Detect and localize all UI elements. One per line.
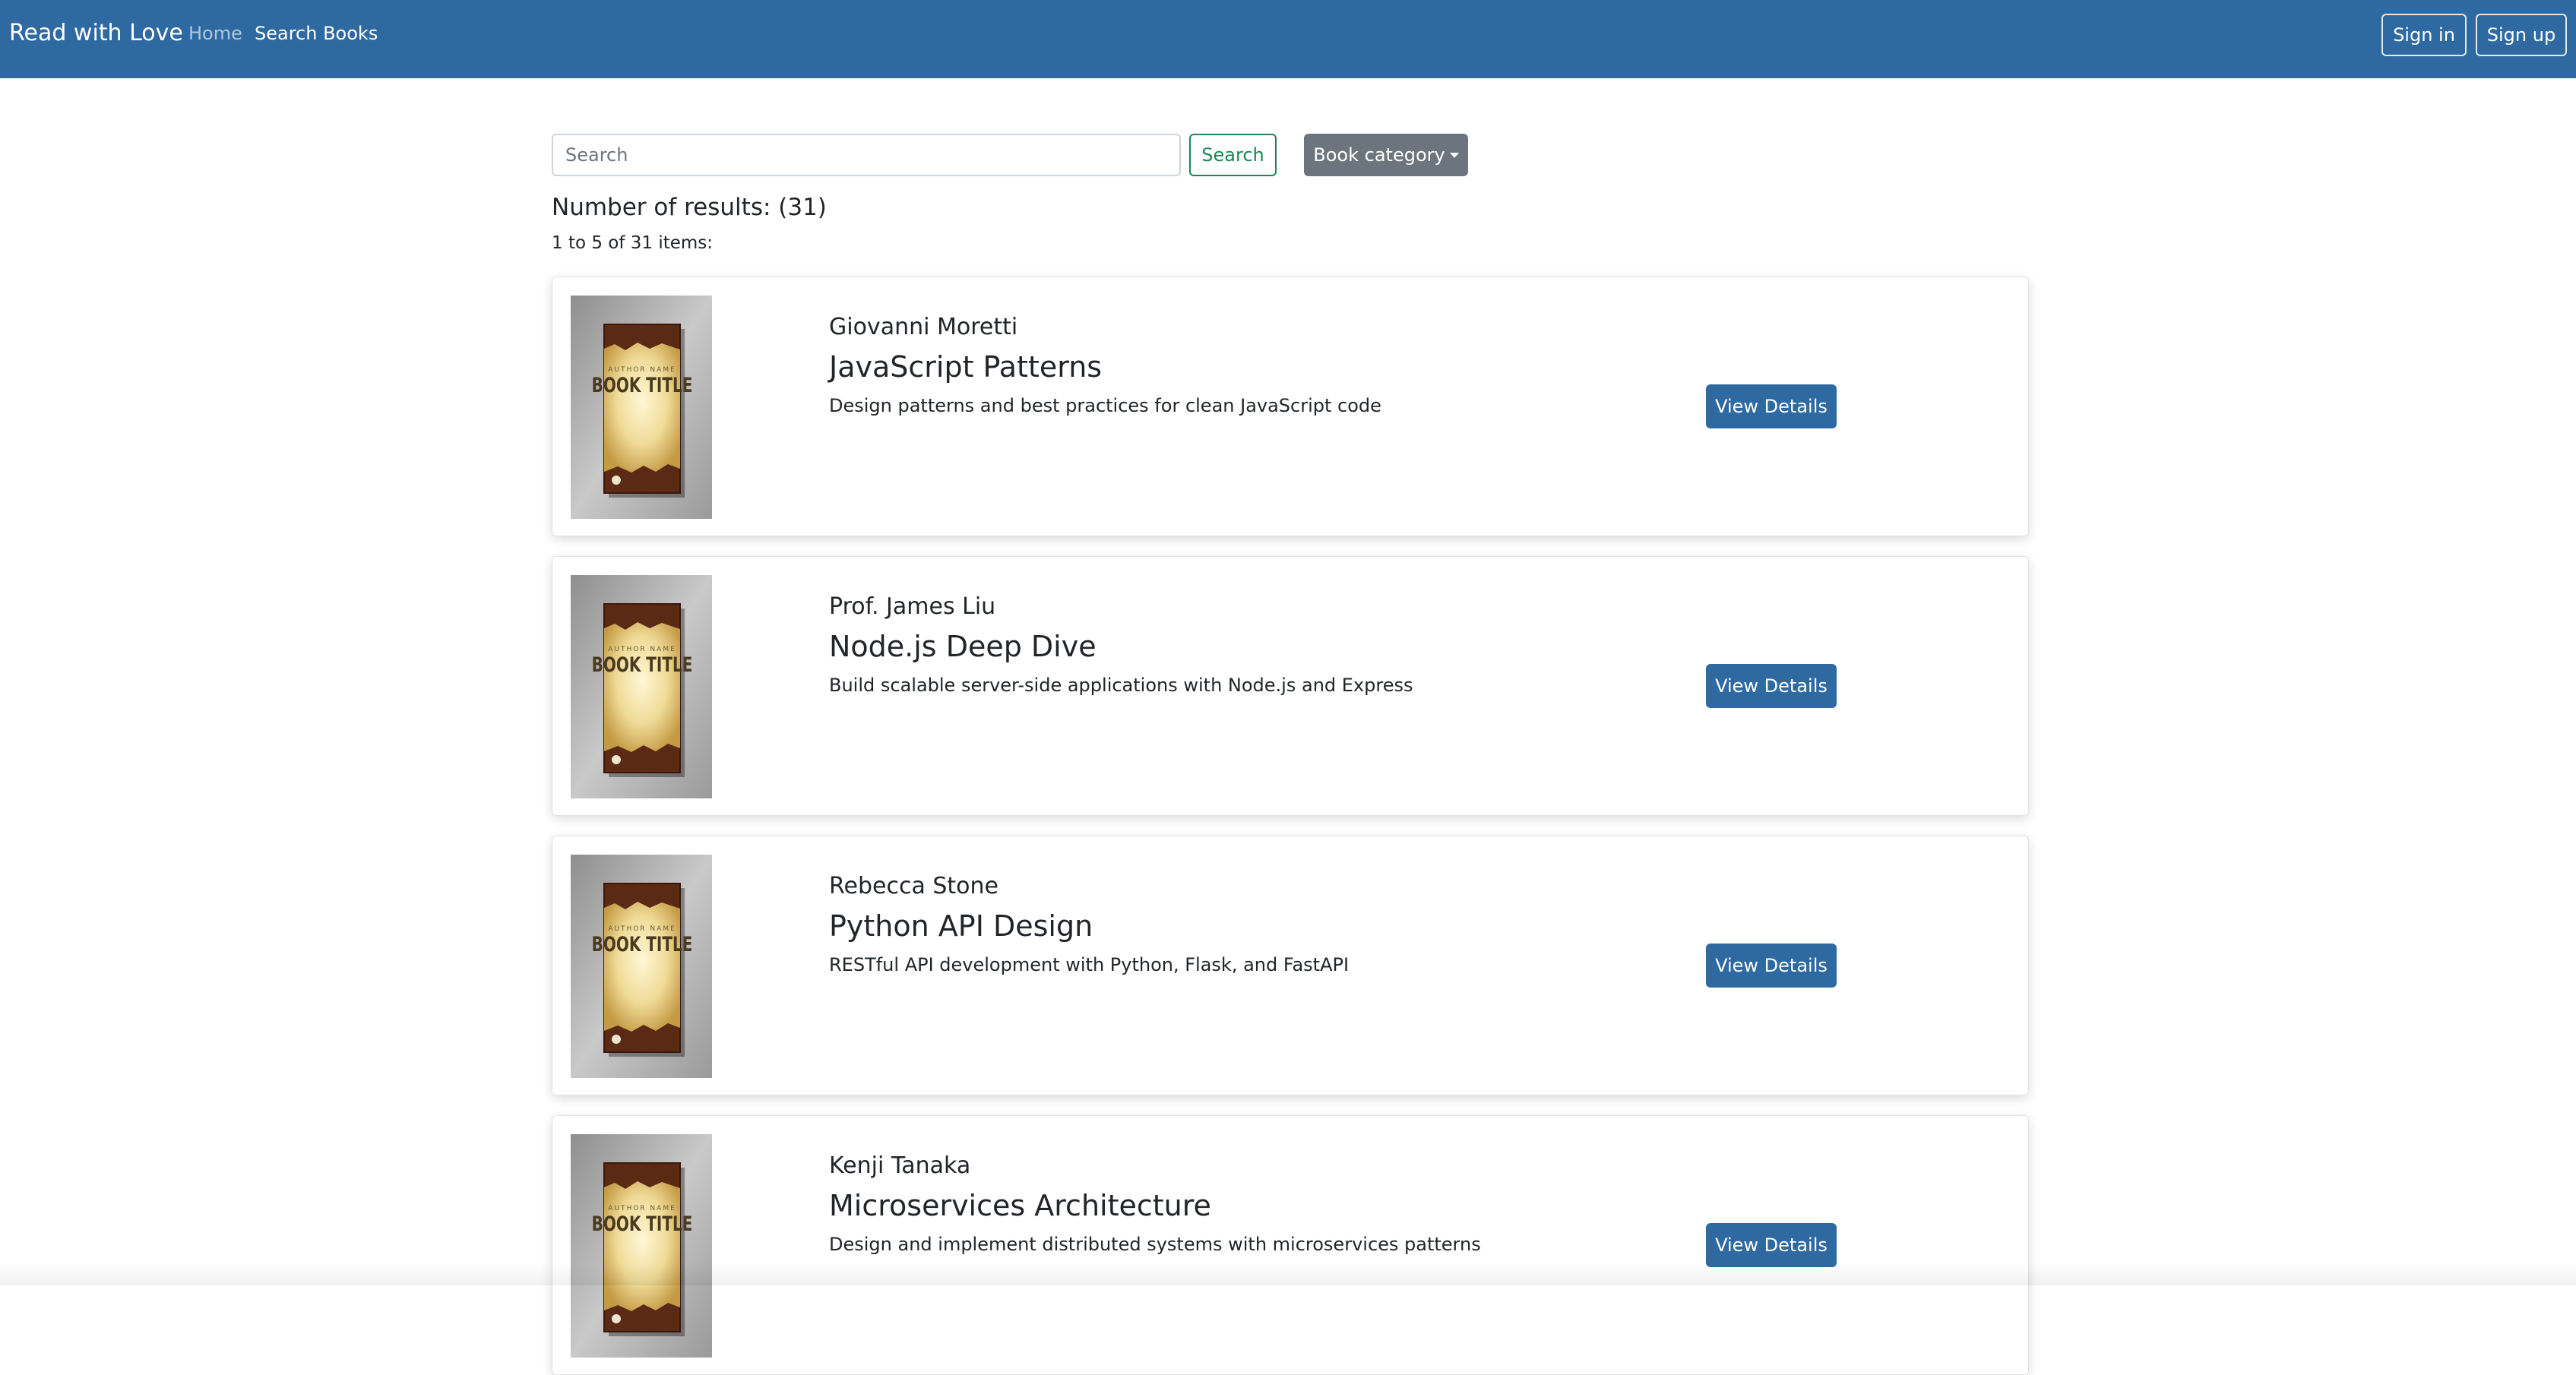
book-description: Build scalable server-side applications … bbox=[829, 675, 1413, 696]
book-card: AUTHOR NAME BOOK TITLE Giovanni Moretti J… bbox=[552, 277, 2029, 536]
book-cover-icon: AUTHOR NAMEBOOK TITLE bbox=[571, 575, 712, 798]
book-description: RESTful API development with Python, Fla… bbox=[829, 954, 1350, 975]
svg-text:BOOK TITLE: BOOK TITLE bbox=[592, 1212, 693, 1236]
book-cover-image[interactable]: AUTHOR NAME BOOK TITLE bbox=[571, 855, 712, 1078]
book-category-label: Book category bbox=[1313, 144, 1445, 166]
results-count: Number of results: (31) bbox=[552, 194, 827, 221]
book-cover-image[interactable]: AUTHOR NAME BOOK TITLE bbox=[571, 296, 712, 519]
sign-up-button[interactable]: Sign up bbox=[2476, 14, 2567, 56]
book-title: JavaScript Patterns bbox=[829, 350, 1103, 384]
view-details-button[interactable]: View Details bbox=[1706, 1223, 1837, 1267]
book-title: Node.js Deep Dive bbox=[829, 630, 1097, 663]
book-description: Design patterns and best practices for c… bbox=[829, 395, 1381, 416]
book-title: Microservices Architecture bbox=[829, 1189, 1211, 1222]
items-range: 1 to 5 of 31 items: bbox=[552, 233, 714, 253]
nav-link-search-books[interactable]: Search Books bbox=[255, 23, 378, 44]
caret-down-icon bbox=[1449, 153, 1459, 158]
view-details-button[interactable]: View Details bbox=[1706, 664, 1837, 708]
book-title: Python API Design bbox=[829, 909, 1093, 943]
book-author: Kenji Tanaka bbox=[829, 1152, 971, 1179]
book-card: AUTHOR NAME BOOK TITLE Rebecca Stone Pyth… bbox=[552, 836, 2029, 1095]
brand-logo-text[interactable]: Read with Love bbox=[9, 20, 183, 46]
book-author: Giovanni Moretti bbox=[829, 314, 1018, 340]
book-cover-icon: AUTHOR NAMEBOOK TITLE bbox=[571, 855, 712, 1078]
book-cover-image[interactable]: AUTHOR NAME BOOK TITLE bbox=[571, 1134, 712, 1358]
book-cover-icon: AUTHOR NAMEBOOK TITLE bbox=[571, 1134, 712, 1358]
book-cover-image[interactable]: AUTHOR NAME BOOK TITLE bbox=[571, 575, 712, 798]
search-button[interactable]: Search bbox=[1189, 134, 1277, 176]
book-card: AUTHOR NAME BOOK TITLE Kenji Tanaka Micro… bbox=[552, 1115, 2029, 1375]
book-author: Rebecca Stone bbox=[829, 873, 998, 899]
book-cover-icon: AUTHOR NAMEBOOK TITLE bbox=[571, 296, 712, 519]
view-details-button[interactable]: View Details bbox=[1706, 384, 1837, 428]
book-card: AUTHOR NAME BOOK TITLE Prof. James Liu No… bbox=[552, 556, 2029, 816]
sign-in-button[interactable]: Sign in bbox=[2381, 14, 2467, 56]
search-input[interactable] bbox=[552, 134, 1181, 176]
svg-text:BOOK TITLE: BOOK TITLE bbox=[592, 373, 693, 397]
nav-link-home[interactable]: Home bbox=[188, 23, 242, 44]
view-details-button[interactable]: View Details bbox=[1706, 944, 1837, 988]
book-category-dropdown[interactable]: Book category bbox=[1304, 134, 1468, 176]
book-author: Prof. James Liu bbox=[829, 593, 996, 620]
svg-text:BOOK TITLE: BOOK TITLE bbox=[592, 653, 693, 677]
book-description: Design and implement distributed systems… bbox=[829, 1234, 1481, 1255]
top-navbar: Read with Love Home Search Books Sign in… bbox=[0, 0, 2576, 78]
svg-text:BOOK TITLE: BOOK TITLE bbox=[592, 932, 693, 956]
